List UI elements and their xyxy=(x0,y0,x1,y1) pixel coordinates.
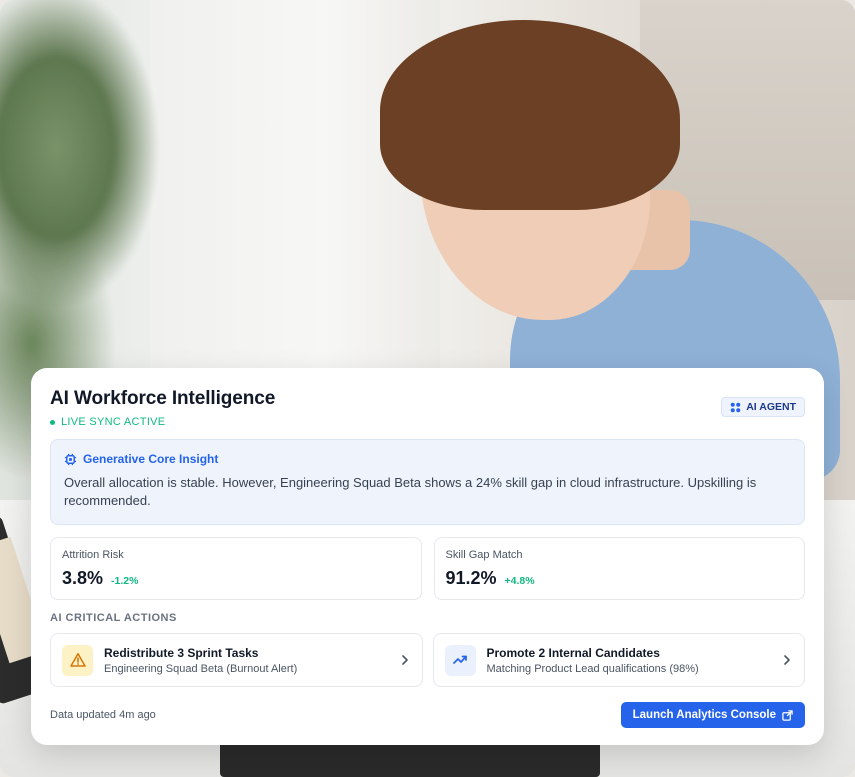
data-updated-label: Data updated 4m ago xyxy=(50,709,156,721)
card-footer: Data updated 4m ago Launch Analytics Con… xyxy=(50,702,805,728)
action-subtitle: Engineering Squad Beta (Burnout Alert) xyxy=(104,662,298,675)
action-title: Promote 2 Internal Candidates xyxy=(486,645,660,660)
action-subtitle: Matching Product Lead qualifications (98… xyxy=(486,662,699,675)
card-header: AI Workforce Intelligence LIVE SYNC ACTI… xyxy=(50,388,805,428)
trending-up-icon xyxy=(444,644,476,676)
metrics-row: Attrition Risk 3.8% -1.2% Skill Gap Matc… xyxy=(50,537,805,600)
launch-button-label: Launch Analytics Console xyxy=(632,709,776,721)
status-dot-icon xyxy=(50,419,55,425)
metric-label: Attrition Risk xyxy=(62,549,124,561)
insight-text: Overall allocation is stable. However, E… xyxy=(64,475,757,508)
action-redistribute-tasks[interactable]: Redistribute 3 Sprint Tasks Engineering … xyxy=(50,633,423,687)
metric-label: Skill Gap Match xyxy=(445,549,523,561)
metric-delta: +4.8% xyxy=(504,575,535,587)
agent-nodes-icon xyxy=(730,402,741,412)
card-title: AI Workforce Intelligence xyxy=(50,388,276,409)
insight-heading: Generative Core Insight xyxy=(64,452,791,466)
insight-panel: Generative Core Insight Overall allocati… xyxy=(50,439,805,525)
ai-agent-label: AI AGENT xyxy=(746,401,796,413)
metric-skill-gap-match: Skill Gap Match 91.2% +4.8% xyxy=(433,537,805,600)
action-promote-candidates[interactable]: Promote 2 Internal Candidates Matching P… xyxy=(432,633,805,687)
chip-icon xyxy=(64,453,77,465)
metric-value: 3.8% xyxy=(62,568,104,588)
ai-agent-badge: AI AGENT xyxy=(721,397,805,417)
metric-delta: -1.2% xyxy=(111,575,139,587)
actions-row: Redistribute 3 Sprint Tasks Engineering … xyxy=(50,633,805,687)
insight-heading-label: Generative Core Insight xyxy=(83,452,219,466)
metric-value: 91.2% xyxy=(445,568,497,588)
chevron-right-icon xyxy=(401,655,408,665)
action-title: Redistribute 3 Sprint Tasks xyxy=(104,645,259,660)
chevron-right-icon xyxy=(784,655,790,665)
metric-attrition-risk: Attrition Risk 3.8% -1.2% xyxy=(50,537,422,600)
launch-analytics-console-button[interactable]: Launch Analytics Console xyxy=(620,702,805,728)
warning-icon xyxy=(62,644,93,676)
workforce-intelligence-card: AI Workforce Intelligence LIVE SYNC ACTI… xyxy=(31,368,824,745)
external-link-icon xyxy=(782,709,793,721)
actions-heading: AI CRITICAL ACTIONS xyxy=(50,612,177,624)
live-sync-status: LIVE SYNC ACTIVE xyxy=(50,416,275,428)
live-sync-label: LIVE SYNC ACTIVE xyxy=(61,416,166,428)
